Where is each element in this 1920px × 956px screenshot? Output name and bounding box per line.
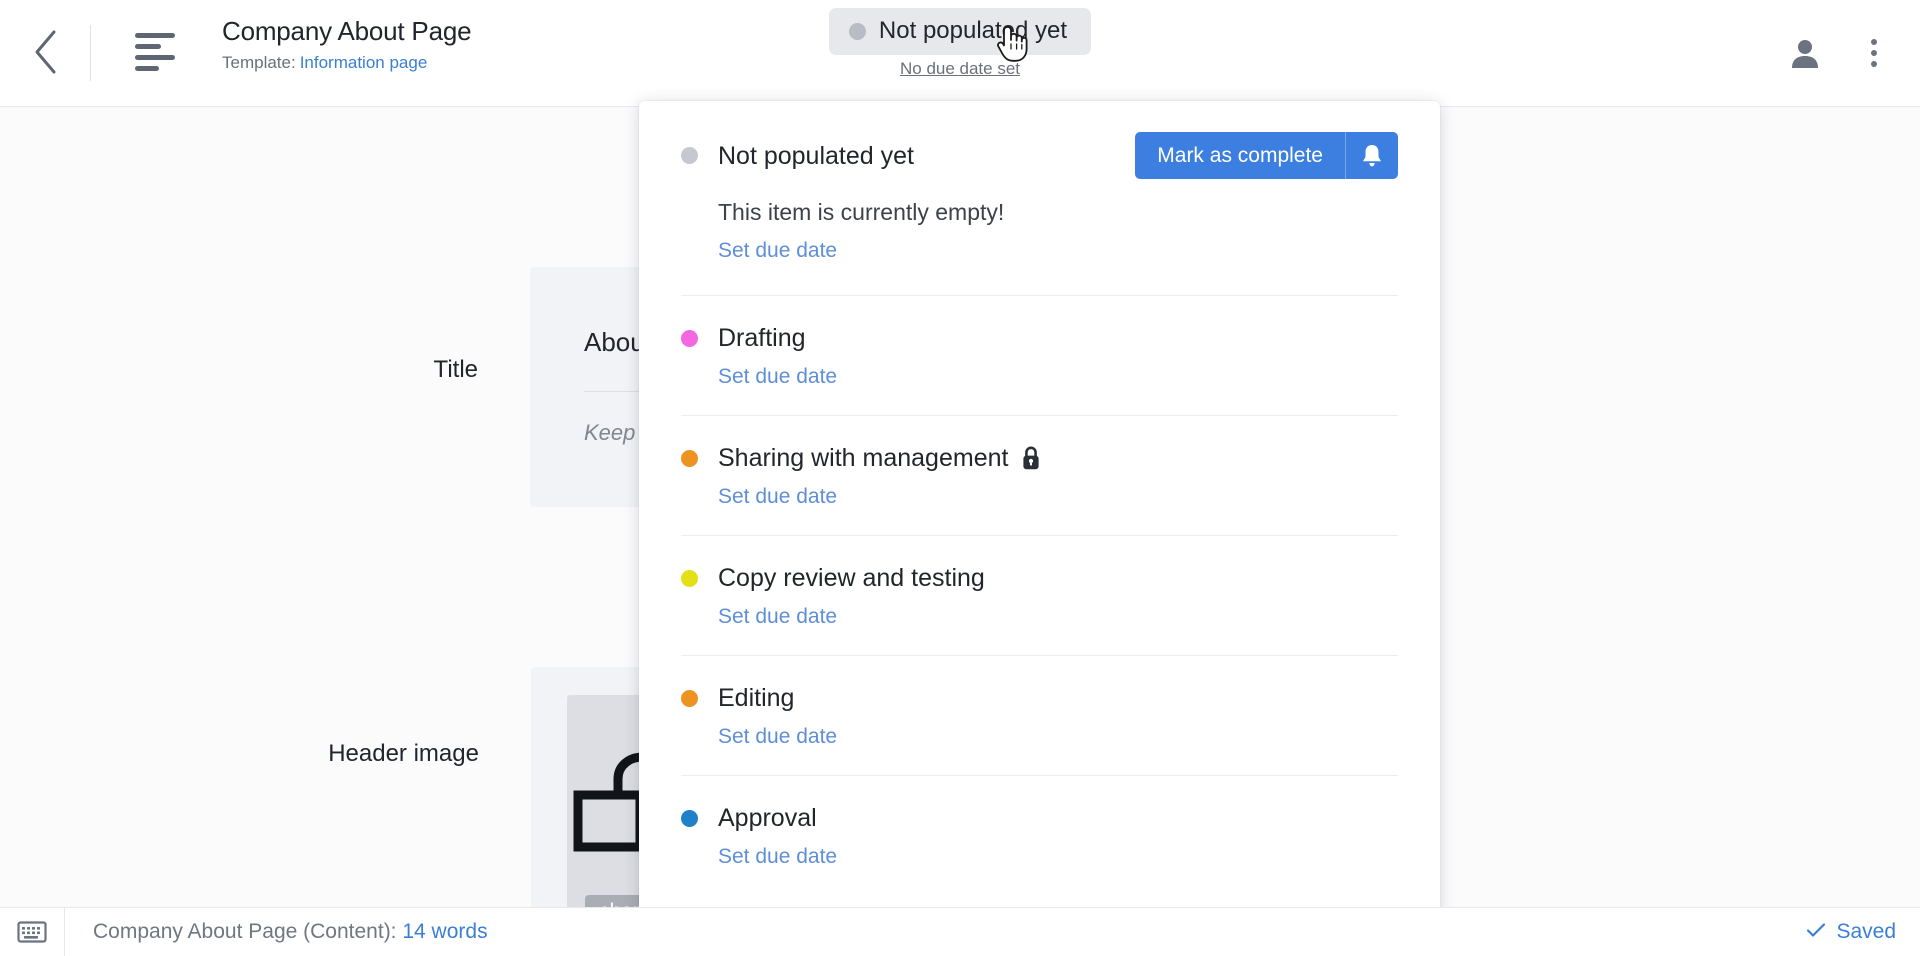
chevron-left-icon <box>32 29 60 75</box>
set-due-date-link-current[interactable]: Set due date <box>718 237 837 265</box>
set-due-date-link[interactable]: Set due date <box>718 723 837 751</box>
mark-as-complete-button[interactable]: Mark as complete <box>1135 132 1398 179</box>
word-count-text: Company About Page (Content): 14 words <box>93 920 488 944</box>
current-status-name: Not populated yet <box>718 141 914 170</box>
kebab-menu-icon[interactable] <box>1851 30 1897 76</box>
no-due-date-link[interactable]: No due date set <box>815 59 1105 79</box>
task-list: Drafting Set due date Sharing with managem… <box>639 296 1440 895</box>
set-due-date-link[interactable]: Set due date <box>718 363 837 391</box>
status-dropdown-panel: Not populated yet Mark as complete This … <box>639 101 1440 933</box>
set-due-date-link[interactable]: Set due date <box>718 603 837 631</box>
mark-as-complete-label: Mark as complete <box>1157 144 1323 167</box>
header-divider <box>90 25 91 81</box>
task-status-dot-icon <box>681 329 698 347</box>
task-row[interactable]: Approval Set due date <box>639 776 1440 895</box>
top-header-bar: Company About Page Template: Information … <box>0 0 1920 107</box>
template-link[interactable]: Information page <box>300 53 428 72</box>
status-pill[interactable]: Not populated yet <box>828 8 1092 55</box>
template-label: Template: <box>222 53 296 72</box>
task-header: Approval <box>681 802 1398 834</box>
task-row[interactable]: Copy review and testing Set due date <box>639 536 1440 655</box>
person-icon[interactable] <box>1782 30 1828 76</box>
task-row[interactable]: Editing Set due date <box>639 656 1440 775</box>
word-count-value[interactable]: 14 words <box>402 920 487 943</box>
current-status-header: Not populated yet Mark as complete <box>681 101 1398 179</box>
task-row[interactable]: Sharing with management Set due date <box>639 416 1440 535</box>
task-row[interactable]: Drafting Set due date <box>639 296 1440 415</box>
check-icon <box>1806 920 1826 944</box>
saved-label: Saved <box>1836 920 1896 943</box>
word-count-prefix: Company About Page (Content): <box>93 920 397 943</box>
empty-message: This item is currently empty! <box>718 199 1005 225</box>
task-header: Copy review and testing <box>681 562 1398 594</box>
task-name: Editing <box>718 684 795 712</box>
status-dot-icon <box>848 22 866 40</box>
task-name: Drafting <box>718 324 806 352</box>
template-row: Template: Information page <box>222 52 471 74</box>
task-name: Sharing with management <box>718 444 1009 472</box>
page-title: Company About Page <box>222 16 472 46</box>
set-due-date-link[interactable]: Set due date <box>718 483 837 511</box>
statusbar-divider <box>64 907 65 956</box>
task-header: Editing <box>681 682 1398 714</box>
task-header: Sharing with management <box>681 442 1398 474</box>
current-status-section: Not populated yet Mark as complete This … <box>639 101 1440 295</box>
document-lines-icon[interactable] <box>135 33 179 73</box>
bottom-status-bar: Company About Page (Content): 14 words S… <box>0 907 1920 956</box>
set-due-date-link[interactable]: Set due date <box>718 843 837 871</box>
saved-indicator[interactable]: Saved <box>1806 920 1896 944</box>
status-area: Not populated yet No due date set <box>815 8 1105 79</box>
back-button[interactable] <box>16 22 76 82</box>
task-name: Approval <box>718 804 817 832</box>
title-field-label: Title <box>433 356 478 383</box>
title-block: Company About Page Template: Information … <box>222 14 472 74</box>
task-name: Copy review and testing <box>718 564 985 592</box>
status-pill-label: Not populated yet <box>878 17 1068 44</box>
bell-icon[interactable] <box>1346 132 1398 179</box>
lock-icon <box>1021 445 1041 471</box>
task-header: Drafting <box>681 322 1398 354</box>
keyboard-icon[interactable] <box>0 920 64 944</box>
task-status-dot-icon <box>681 449 698 467</box>
task-status-dot-icon <box>681 809 698 827</box>
current-status-dot-icon <box>681 147 698 164</box>
app-root: Company About Page Template: Information … <box>0 0 1920 956</box>
task-status-dot-icon <box>681 689 698 707</box>
task-status-dot-icon <box>681 569 698 587</box>
header-image-field-label: Header image <box>328 740 479 767</box>
